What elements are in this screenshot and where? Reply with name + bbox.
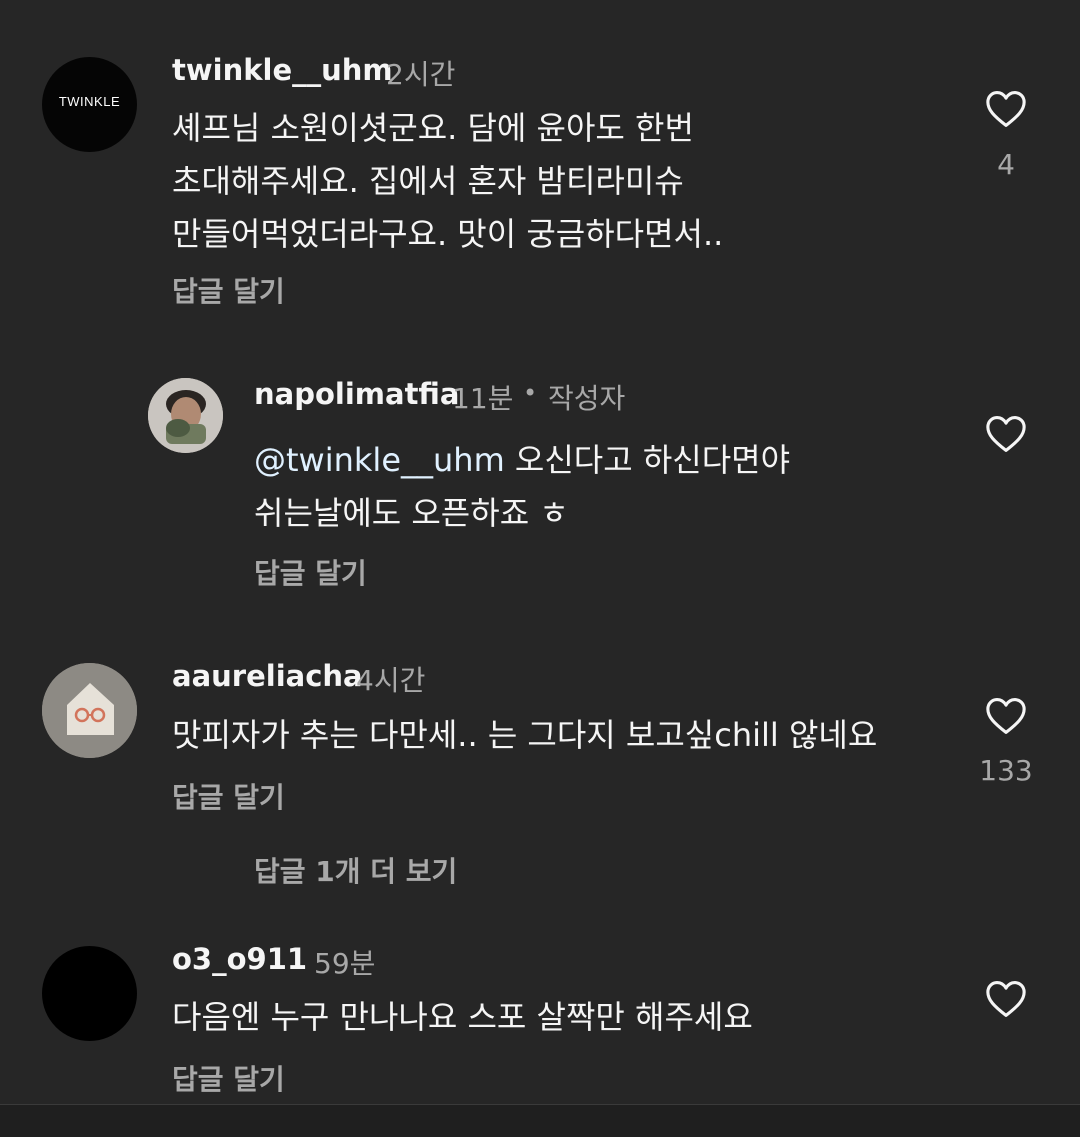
comment-text: 셰프님 소원이셧군요. 담에 윤아도 한번 초대해주세요. 집에서 혼자 밤티라… — [172, 102, 723, 261]
comment-timestamp: 2시간 — [386, 58, 456, 91]
avatar[interactable] — [148, 378, 223, 453]
comment-line: 초대해주세요. 집에서 혼자 밤티라미슈 — [172, 162, 684, 200]
comment-text: @twinkle__uhm 오신다고 하신다면야 쉬는날에도 오픈하죠 ㅎ — [254, 434, 790, 540]
mention-link[interactable]: @twinkle__uhm — [254, 441, 505, 479]
comment-line: 만들어먹었더라구요. 맛이 궁금하다면서.. — [172, 215, 724, 253]
comment-thread: TWINKLE twinkle__uhm 2시간 셰프님 소원이셧군요. 담에 … — [0, 0, 1080, 1137]
heart-icon[interactable] — [985, 980, 1027, 1018]
avatar-photo-icon — [148, 378, 223, 453]
reply-item: napolimatfia 11분 • 작성자 @twinkle__uhm 오신다… — [0, 330, 1080, 640]
bottom-bar — [0, 1105, 1080, 1137]
comment-line: 쉬는날에도 오픈하죠 ㅎ — [254, 494, 569, 532]
avatar[interactable]: TWINKLE — [42, 57, 137, 152]
comment-text: 맛피자가 추는 다만세.. 는 그다지 보고싶chill 않네요 — [172, 709, 877, 762]
author-badge: 작성자 — [548, 382, 626, 415]
avatar[interactable] — [42, 946, 137, 1041]
avatar-photo-icon — [42, 663, 137, 758]
like-count: 133 — [979, 754, 1033, 787]
separator-dot: • — [523, 379, 538, 407]
heart-icon[interactable] — [985, 415, 1027, 453]
comment-username[interactable]: aaureliacha — [172, 659, 363, 693]
reply-button[interactable]: 답글 달기 — [172, 1058, 285, 1098]
comment-line: 셰프님 소원이셧군요. 담에 윤아도 한번 — [172, 109, 694, 147]
comment-timestamp: 4시간 — [356, 664, 426, 697]
heart-icon[interactable] — [985, 697, 1027, 735]
comment-item: TWINKLE twinkle__uhm 2시간 셰프님 소원이셧군요. 담에 … — [0, 0, 1080, 330]
comment-line-text: 오신다고 하신다면야 — [504, 441, 791, 479]
view-more-replies-button[interactable]: 답글 1개 더 보기 — [254, 850, 457, 890]
avatar[interactable] — [42, 663, 137, 758]
comment-line: @twinkle__uhm 오신다고 하신다면야 — [254, 434, 790, 487]
comment-item: o3_o911 59분 다음엔 누구 만나나요 스포 살짝만 해주세요 답글 달… — [0, 930, 1080, 1104]
heart-icon[interactable] — [985, 90, 1027, 128]
reply-button[interactable]: 답글 달기 — [172, 270, 285, 310]
comment-line: 맛피자가 추는 다만세.. 는 그다지 보고싶chill 않네요 — [172, 716, 878, 754]
comment-item: aaureliacha 4시간 맛피자가 추는 다만세.. 는 그다지 보고싶c… — [0, 640, 1080, 930]
avatar-logo-text: TWINKLE — [58, 94, 121, 109]
comment-username[interactable]: napolimatfia — [254, 377, 460, 411]
reply-button[interactable]: 답글 달기 — [254, 552, 367, 592]
comment-line: 다음엔 누구 만나나요 스포 살짝만 해주세요 — [172, 998, 753, 1036]
reply-button[interactable]: 답글 달기 — [172, 776, 285, 816]
comment-timestamp: 59분 — [314, 947, 376, 980]
comment-text: 다음엔 누구 만나나요 스포 살짝만 해주세요 — [172, 991, 753, 1044]
comment-username[interactable]: twinkle__uhm — [172, 53, 393, 87]
like-count: 4 — [997, 148, 1015, 181]
comment-timestamp: 11분 — [452, 382, 514, 415]
comment-username[interactable]: o3_o911 — [172, 942, 307, 976]
